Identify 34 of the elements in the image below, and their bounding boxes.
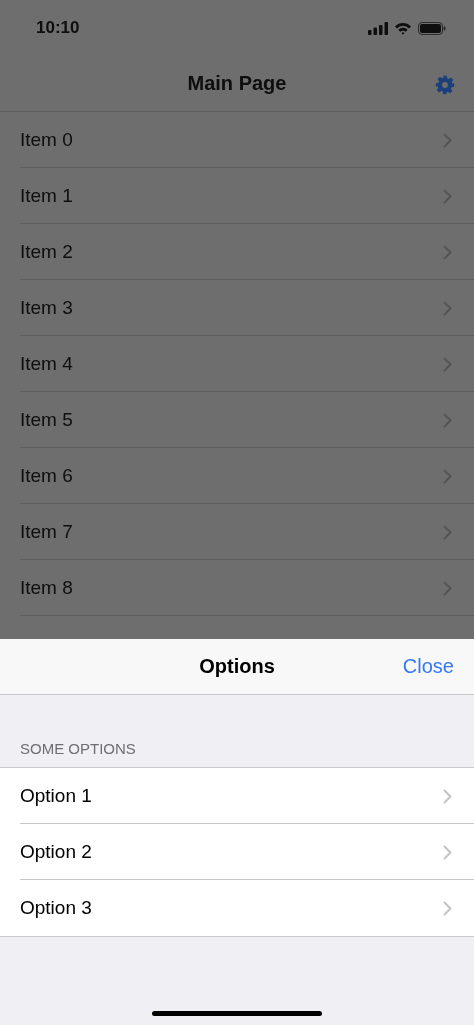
- list-item[interactable]: Item 2: [0, 224, 474, 280]
- list-item[interactable]: Item 6: [0, 448, 474, 504]
- chevron-icon: [443, 900, 452, 916]
- battery-icon: [418, 21, 446, 35]
- list-item[interactable]: Item 8: [0, 560, 474, 616]
- signal-icon: [368, 21, 388, 35]
- close-button[interactable]: Close: [400, 651, 456, 682]
- option-item[interactable]: Option 3: [0, 880, 474, 936]
- status-time: 10:10: [36, 18, 80, 38]
- nav-title: Main Page: [187, 72, 287, 95]
- wifi-icon: [394, 21, 412, 35]
- chevron-icon: [443, 788, 452, 804]
- chevron-icon: [443, 188, 452, 204]
- option-item[interactable]: Option 2: [0, 824, 474, 880]
- list-item[interactable]: Item 1: [0, 168, 474, 224]
- section-header: SOME OPTIONS: [20, 740, 137, 759]
- settings-icon: [435, 75, 455, 95]
- list-item[interactable]: Item 3: [0, 280, 474, 336]
- list-item[interactable]: Item 5: [0, 392, 474, 448]
- list-item[interactable]: Item 4: [0, 336, 474, 392]
- list-item[interactable]: Item 7: [0, 504, 474, 560]
- option-item[interactable]: Option 1: [0, 768, 474, 824]
- settings-button[interactable]: [434, 74, 456, 96]
- list-item[interactable]: Item 0: [0, 112, 474, 168]
- chevron-icon: [443, 244, 452, 260]
- chevron-icon: [443, 300, 452, 316]
- chevron-icon: [443, 412, 452, 428]
- chevron-icon: [443, 844, 452, 860]
- chevron-icon: [443, 356, 452, 372]
- chevron-icon: [443, 580, 452, 596]
- chevron-icon: [443, 468, 452, 484]
- sheet-title: Options: [199, 655, 275, 678]
- chevron-icon: [443, 524, 452, 540]
- chevron-icon: [443, 132, 452, 148]
